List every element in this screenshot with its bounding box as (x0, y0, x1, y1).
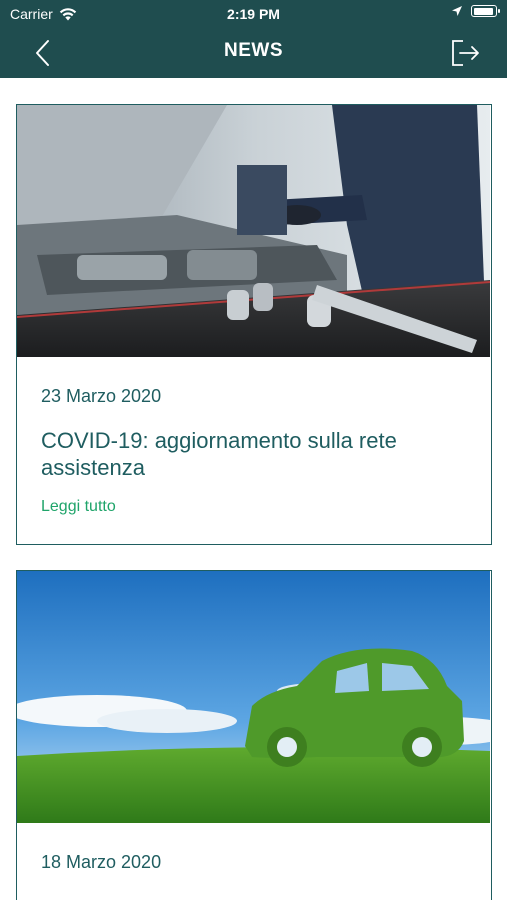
navigation-bar: NEWS (0, 28, 507, 78)
battery-icon (471, 5, 500, 17)
news-card[interactable]: 23 Marzo 2020 COVID-19: aggiornamento su… (16, 104, 492, 545)
read-more-link[interactable]: Leggi tutto (41, 498, 116, 516)
news-title[interactable]: COVID-19: aggiornamento sulla rete assis… (41, 427, 461, 481)
news-card[interactable]: 18 Marzo 2020 (16, 570, 492, 900)
news-date: 23 Marzo 2020 (41, 386, 162, 406)
status-bar: Carrier 2:19 PM (0, 0, 507, 28)
news-list[interactable]: 23 Marzo 2020 COVID-19: aggiornamento su… (0, 78, 507, 900)
mechanic-tools-photo (17, 105, 490, 357)
news-date: 18 Marzo 2020 (41, 852, 162, 872)
green-leaf-car-photo (17, 571, 490, 823)
status-time: 2:19 PM (227, 6, 280, 22)
location-arrow-icon (452, 6, 462, 16)
page-title: NEWS (224, 40, 283, 61)
logout-icon[interactable] (449, 38, 483, 68)
